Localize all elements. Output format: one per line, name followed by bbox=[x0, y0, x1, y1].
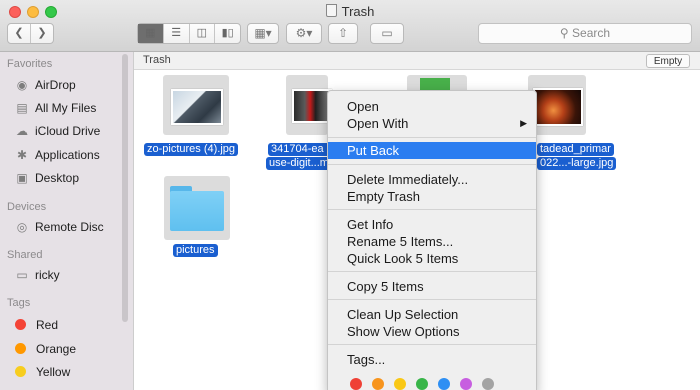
menu-item-quick-look[interactable]: Quick Look 5 Items bbox=[328, 250, 536, 267]
yellow-tag-icon bbox=[15, 366, 26, 377]
tag-icon: ▭ bbox=[381, 26, 393, 40]
sidebar-section-tags: Tags bbox=[7, 297, 31, 309]
menu-item-open[interactable]: Open bbox=[328, 98, 536, 115]
image-thumbnail bbox=[292, 89, 332, 123]
menu-item-put-back[interactable]: Put Back bbox=[328, 142, 536, 159]
menu-item-copy[interactable]: Copy 5 Items bbox=[328, 278, 536, 295]
list-view-icon: ☰ bbox=[171, 27, 182, 39]
sidebar-section-devices: Devices bbox=[7, 201, 47, 213]
arrange-button[interactable]: ▦▾ bbox=[247, 23, 279, 44]
file-name-label: use-digit...m bbox=[266, 157, 332, 170]
menu-item-get-info[interactable]: Get Info bbox=[328, 216, 536, 233]
airdrop-icon: ◉ bbox=[16, 78, 28, 92]
sidebar-item-desktop[interactable]: ▣ Desktop bbox=[15, 169, 79, 187]
applications-icon: ✱ bbox=[16, 148, 28, 162]
menu-separator bbox=[328, 344, 536, 345]
file-name-label: 022...-large.jpg bbox=[537, 157, 617, 170]
chevron-left-icon: ❮ bbox=[14, 27, 24, 39]
sidebar-item-all-my-files[interactable]: ▤ All My Files bbox=[15, 99, 96, 117]
toolbar: Trash ❮ ❯ ▦ ☰ ◫ ▮▯ ▦▾ ⚙▾ ⇧ ▭ ⚲ Search bbox=[0, 0, 700, 52]
trash-icon bbox=[325, 4, 337, 17]
menu-item-delete-immediately[interactable]: Delete Immediately... bbox=[328, 171, 536, 188]
sidebar-item-icloud-drive[interactable]: ☁ iCloud Drive bbox=[15, 122, 100, 140]
menu-item-clean-up-selection[interactable]: Clean Up Selection bbox=[328, 306, 536, 323]
sidebar-tag-orange[interactable]: Orange bbox=[15, 340, 76, 358]
tag-color-dot[interactable] bbox=[372, 378, 384, 390]
menu-separator bbox=[328, 299, 536, 300]
tag-color-dot[interactable] bbox=[350, 378, 362, 390]
image-thumbnail bbox=[171, 89, 223, 125]
tag-color-dot[interactable] bbox=[482, 378, 494, 390]
file-name-label: tadead_primar bbox=[537, 143, 614, 156]
all-files-icon: ▤ bbox=[16, 101, 28, 115]
finder-window: Trash ❮ ❯ ▦ ☰ ◫ ▮▯ ▦▾ ⚙▾ ⇧ ▭ ⚲ Search Fa… bbox=[0, 0, 700, 390]
tag-button[interactable]: ▭ bbox=[370, 23, 404, 44]
share-icon: ⇧ bbox=[337, 26, 349, 40]
empty-trash-button[interactable]: Empty bbox=[646, 54, 690, 68]
path-bar: Trash bbox=[134, 52, 700, 70]
image-thumbnail bbox=[533, 88, 583, 126]
tag-color-dot[interactable] bbox=[438, 378, 450, 390]
tag-color-dot[interactable] bbox=[460, 378, 472, 390]
context-menu: Open Open With ▶ Put Back Delete Immediat… bbox=[327, 90, 537, 390]
search-field[interactable]: ⚲ Search bbox=[478, 23, 692, 44]
submenu-arrow-icon: ▶ bbox=[520, 118, 527, 128]
share-button[interactable]: ⇧ bbox=[328, 23, 358, 44]
menu-item-open-with[interactable]: Open With ▶ bbox=[328, 115, 536, 132]
chevron-right-icon: ❯ bbox=[37, 27, 47, 39]
desktop-icon: ▣ bbox=[16, 171, 28, 185]
sidebar-tag-red[interactable]: Red bbox=[15, 316, 58, 334]
gear-icon: ⚙▾ bbox=[295, 26, 313, 40]
navigation-buttons: ❮ ❯ bbox=[7, 23, 54, 44]
menu-item-rename[interactable]: Rename 5 Items... bbox=[328, 233, 536, 250]
menu-separator bbox=[328, 164, 536, 165]
icon-view-button[interactable]: ▦ bbox=[138, 24, 164, 43]
file-name-label: zo-pictures (4).jpg bbox=[144, 143, 239, 156]
sidebar-item-applications[interactable]: ✱ Applications bbox=[15, 146, 100, 164]
menu-item-show-view-options[interactable]: Show View Options bbox=[328, 323, 536, 340]
sidebar-tag-yellow[interactable]: Yellow bbox=[15, 363, 70, 381]
sidebar-section-shared: Shared bbox=[7, 249, 43, 261]
computer-icon: ▭ bbox=[16, 268, 28, 282]
menu-separator bbox=[328, 271, 536, 272]
menu-separator bbox=[328, 137, 536, 138]
sidebar-section-favorites: Favorites bbox=[7, 58, 53, 70]
file-name-label: 341704-ea bbox=[268, 143, 332, 156]
cover-flow-button[interactable]: ▮▯ bbox=[215, 24, 240, 43]
action-button[interactable]: ⚙▾ bbox=[286, 23, 322, 44]
sidebar-scrollbar[interactable] bbox=[122, 54, 128, 322]
tag-color-dot[interactable] bbox=[394, 378, 406, 390]
tag-color-dot[interactable] bbox=[416, 378, 428, 390]
sidebar-item-ricky[interactable]: ▭ ricky bbox=[15, 266, 59, 284]
orange-tag-icon bbox=[15, 343, 26, 354]
grid-arrange-icon: ▦▾ bbox=[254, 26, 272, 40]
list-view-button[interactable]: ☰ bbox=[164, 24, 190, 43]
search-icon: ⚲ bbox=[559, 26, 569, 40]
menu-item-tags[interactable]: Tags... bbox=[328, 351, 536, 368]
red-tag-icon bbox=[15, 319, 26, 330]
sidebar-item-airdrop[interactable]: ◉ AirDrop bbox=[15, 76, 76, 94]
cover-flow-icon: ▮▯ bbox=[221, 27, 234, 39]
menu-separator bbox=[328, 209, 536, 210]
menu-item-empty-trash[interactable]: Empty Trash bbox=[328, 188, 536, 205]
window-title: Trash bbox=[0, 4, 700, 19]
forward-button[interactable]: ❯ bbox=[31, 24, 53, 43]
column-view-icon: ◫ bbox=[196, 27, 208, 39]
view-mode-control: ▦ ☰ ◫ ▮▯ bbox=[137, 23, 241, 44]
folder-name-label: pictures bbox=[173, 244, 218, 257]
icon-view-icon: ▦ bbox=[145, 27, 156, 39]
disc-icon: ◎ bbox=[16, 220, 28, 234]
back-button[interactable]: ❮ bbox=[8, 24, 31, 43]
column-view-button[interactable]: ◫ bbox=[190, 24, 216, 43]
cloud-icon: ☁ bbox=[16, 124, 28, 138]
sidebar-item-remote-disc[interactable]: ◎ Remote Disc bbox=[15, 218, 104, 236]
